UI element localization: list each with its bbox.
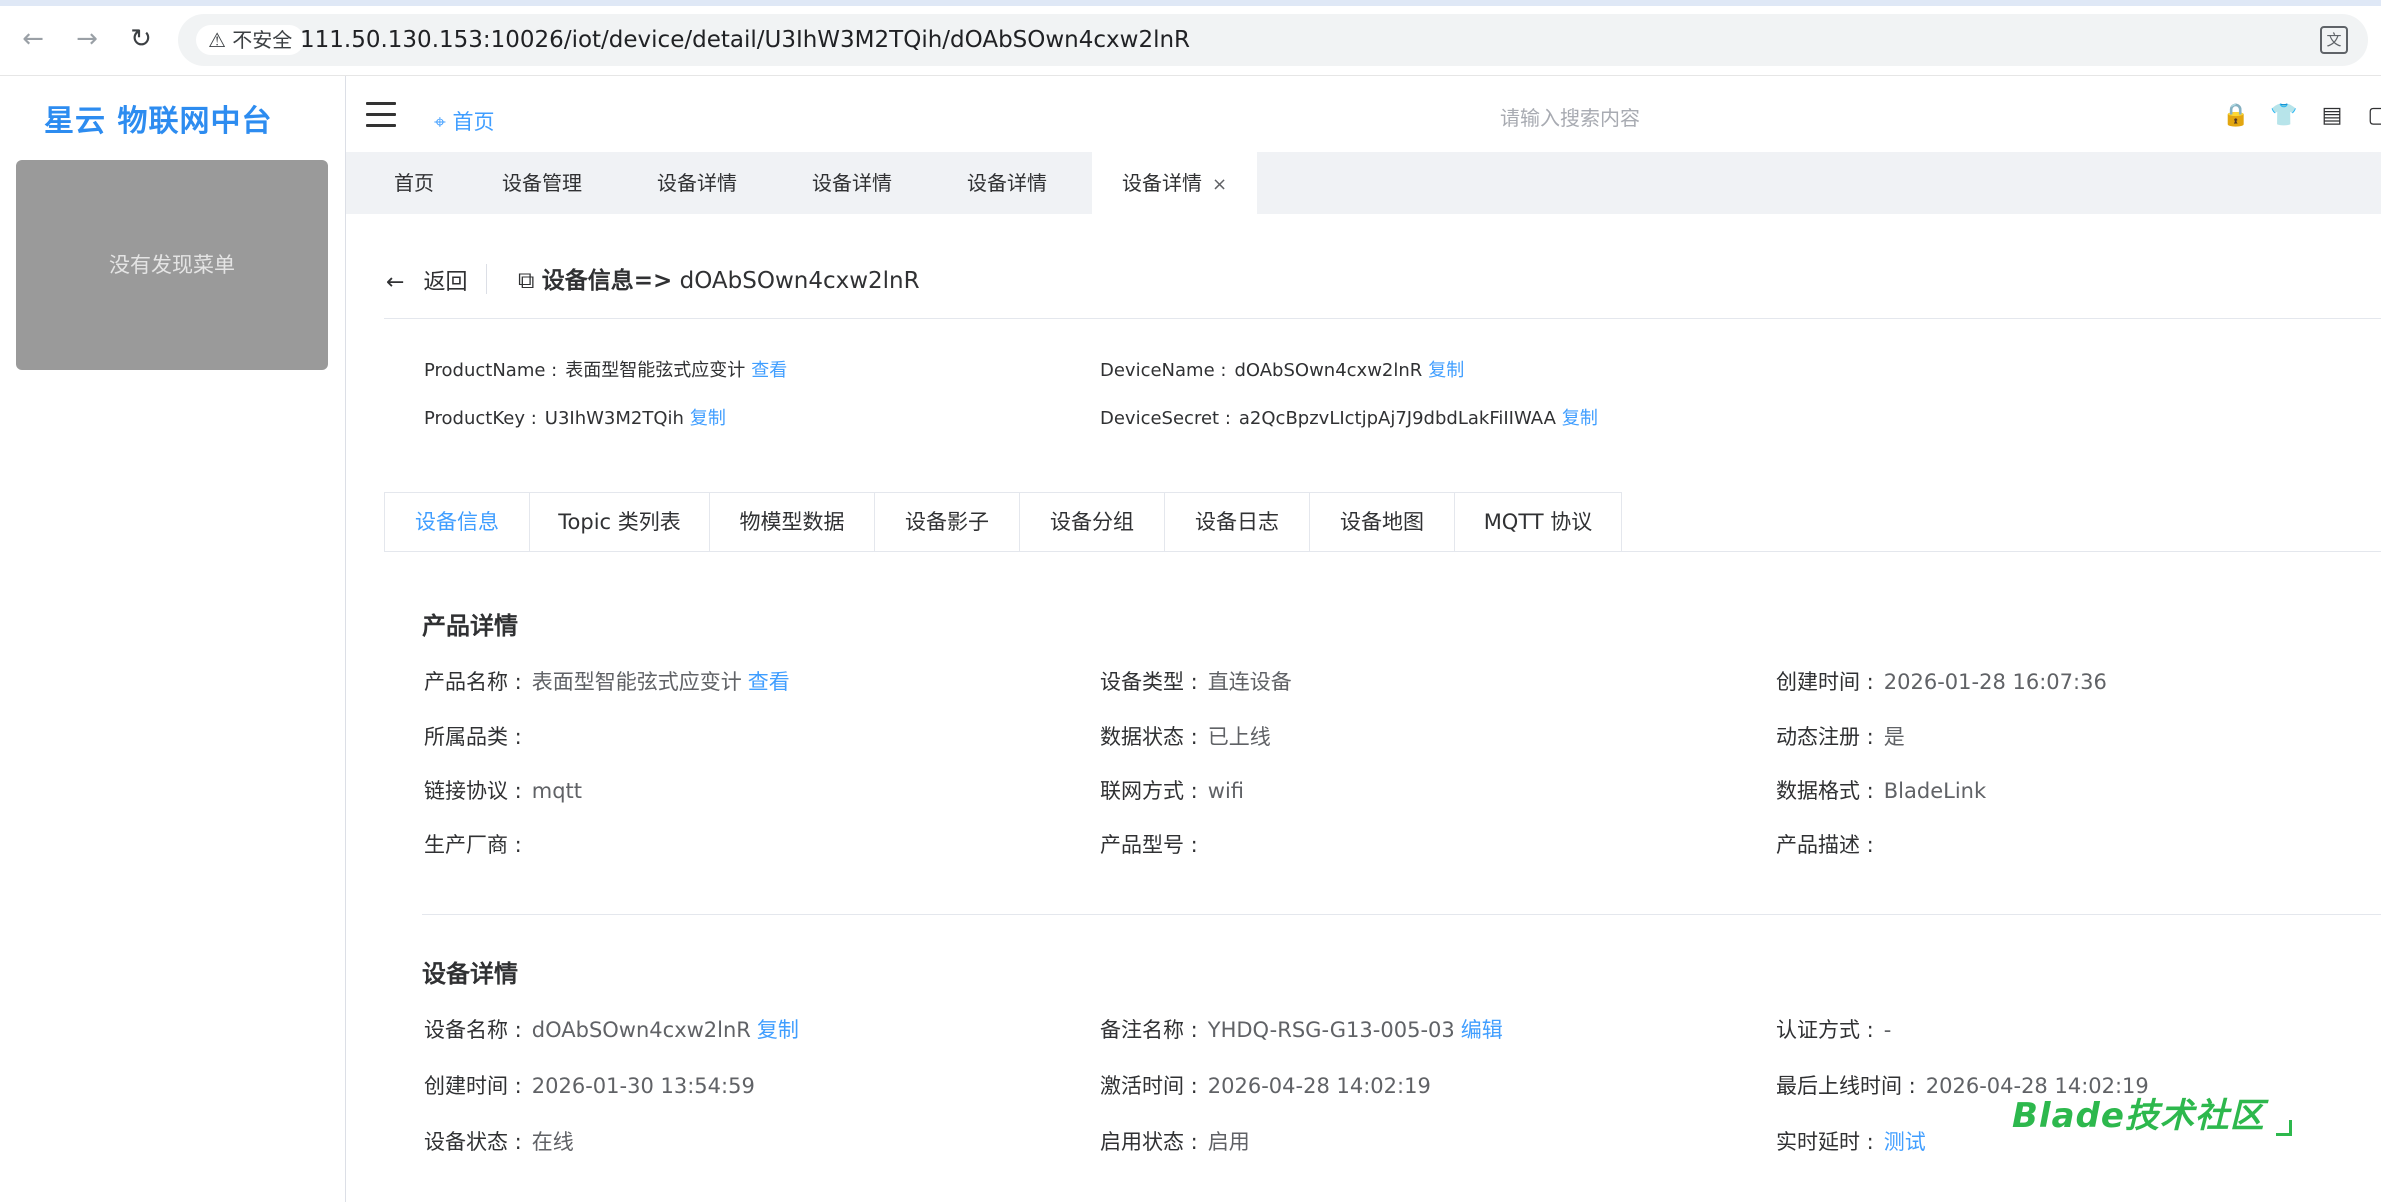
summary-product-key: ProductKey : U3IhW3M2TQih 复制 [424,408,726,429]
home-icon: ⌖ [434,110,446,134]
field-device-status: 设备状态 : 在线 [424,1130,574,1154]
back-arrow-icon[interactable]: ← [16,22,50,56]
close-icon[interactable]: × [1212,174,1227,195]
browser-tabstrip-edge [0,0,2381,6]
field-model: 产品型号 : [1100,833,1198,857]
divider [384,318,2381,319]
tags-view-bar: 首页 设备管理 设备详情 设备详情 设备详情 设备详情 × [346,152,2381,214]
view-product-link-2[interactable]: 查看 [748,670,790,694]
tag-device-detail-2[interactable]: 设备详情 [812,152,892,214]
sidebar-empty-menu: 没有发现菜单 [16,160,328,370]
summary-device-secret: DeviceSecret : a2QcBpzvLIctjpAj7J9dbdLakF… [1100,408,1598,429]
product-section-title: 产品详情 [422,612,518,640]
field-product-name: 产品名称 : 表面型智能弦式应变计 查看 [424,670,790,694]
device-section-title: 设备详情 [422,960,518,988]
field-protocol: 链接协议 : mqtt [424,779,583,803]
language-icon[interactable]: ▤ [2318,102,2346,130]
warning-icon: ⚠ [208,28,226,52]
field-auth-method: 认证方式 :- [1776,1018,1892,1042]
fullscreen-icon[interactable]: ▢ [2364,102,2381,130]
sidebar: 没有发现菜单 [0,76,346,1202]
tab-device-map[interactable]: 设备地图 [1309,492,1455,552]
test-latency-link[interactable]: 测试 [1884,1130,1926,1154]
tab-device-log[interactable]: 设备日志 [1164,492,1310,552]
translate-icon[interactable]: 文 [2320,26,2348,54]
reload-icon[interactable]: ↻ [124,22,158,56]
tab-thing-model[interactable]: 物模型数据 [709,492,875,552]
arrow-left-icon: ← [386,270,405,295]
app-logo[interactable]: 星云 物联网中台 [44,96,272,140]
header-search-input[interactable]: 请输入搜索内容 [1500,102,1640,131]
field-activated: 激活时间 :2026-04-28 14:02:19 [1100,1074,1431,1098]
device-info-icon: ⧉ [518,268,535,294]
field-remark-name: 备注名称 : YHDQ-RSG-G13-005-03 编辑 [1100,1018,1503,1042]
tab-mqtt-protocol[interactable]: MQTT 协议 [1454,492,1622,552]
copy-device-secret-link[interactable]: 复制 [1562,408,1598,429]
summary-product-name: ProductName : 表面型智能弦式应变计 查看 [424,360,788,381]
field-device-type: 设备类型 : 直连设备 [1100,670,1292,694]
watermark-corner [2276,1120,2292,1136]
edit-remark-link[interactable]: 编辑 [1461,1018,1503,1042]
back-button[interactable]: ← 返回 [386,264,467,296]
field-data-format: 数据格式 : BladeLink [1776,779,1987,803]
insecure-label: 不安全 [232,28,293,52]
tab-topic-list[interactable]: Topic 类列表 [529,492,710,552]
breadcrumb-home-label: 首页 [452,110,495,134]
tag-label: 设备详情 [1122,171,1202,195]
page-title-prefix: 设备信息=> [541,268,673,294]
field-category: 所属品类 : [424,725,522,749]
field-latency: 实时延时 : 测试 [1776,1130,1926,1154]
tag-home[interactable]: 首页 [394,152,434,214]
back-label: 返回 [423,270,468,295]
field-product-created: 创建时间 :2026-01-28 16:07:36 [1776,670,2107,694]
view-product-link[interactable]: 查看 [751,360,787,381]
url-text[interactable]: 111.50.130.153:10026/iot/device/detail/U… [300,26,1190,54]
main-content: ← 返回 ⧉ 设备信息=> dOAbSOwn4cxw2lnR ProductNa… [356,226,2381,1202]
tabs-baseline [384,551,2381,552]
field-network: 联网方式 : wifi [1100,779,1245,803]
forward-arrow-icon[interactable]: → [70,22,104,56]
field-data-status: 数据状态 : 已上线 [1100,725,1271,749]
field-vendor: 生产厂商 : [424,833,522,857]
field-device-created: 创建时间 :2026-01-30 13:54:59 [424,1074,755,1098]
field-description: 产品描述 : [1776,833,1874,857]
tag-device-detail-active[interactable]: 设备详情 × [1092,152,1258,214]
field-device-name: 设备名称 : dOAbSOwn4cxw2lnR 复制 [424,1018,799,1042]
field-enabled-status: 启用状态 : 启用 [1100,1130,1250,1154]
section-divider [422,914,2381,915]
watermark-logo: Blade技术社区 [2012,1096,2265,1136]
field-dynamic-register: 动态注册 :是 [1776,725,1905,749]
summary-device-name: DeviceName : dOAbSOwn4cxw2lnR 复制 [1100,360,1465,381]
lock-icon[interactable]: 🔒 [2222,102,2250,130]
page-title-device: dOAbSOwn4cxw2lnR [679,268,920,294]
copy-product-key-link[interactable]: 复制 [690,408,726,429]
copy-device-name-link-2[interactable]: 复制 [757,1018,799,1042]
tab-device-shadow[interactable]: 设备影子 [874,492,1020,552]
address-bar[interactable]: ⚠ 不安全 111.50.130.153:10026/iot/device/de… [178,14,2368,66]
tab-device-info[interactable]: 设备信息 [384,492,530,552]
tag-device-detail-3[interactable]: 设备详情 [967,152,1047,214]
breadcrumb-home[interactable]: ⌖ 首页 [434,106,495,136]
page-title: ⧉ 设备信息=> dOAbSOwn4cxw2lnR [518,261,920,295]
insecure-badge[interactable]: ⚠ 不安全 [196,25,305,55]
tag-device-detail-1[interactable]: 设备详情 [657,152,737,214]
menu-toggle-icon[interactable] [366,102,396,128]
tag-device-management[interactable]: 设备管理 [502,152,582,214]
browser-toolbar: ← → ↻ ⚠ 不安全 111.50.130.153:10026/iot/dev… [0,0,2381,76]
theme-shirt-icon[interactable]: 👕 [2270,102,2298,130]
tab-device-group[interactable]: 设备分组 [1019,492,1165,552]
copy-device-name-link[interactable]: 复制 [1428,360,1464,381]
header-divider [486,264,487,294]
